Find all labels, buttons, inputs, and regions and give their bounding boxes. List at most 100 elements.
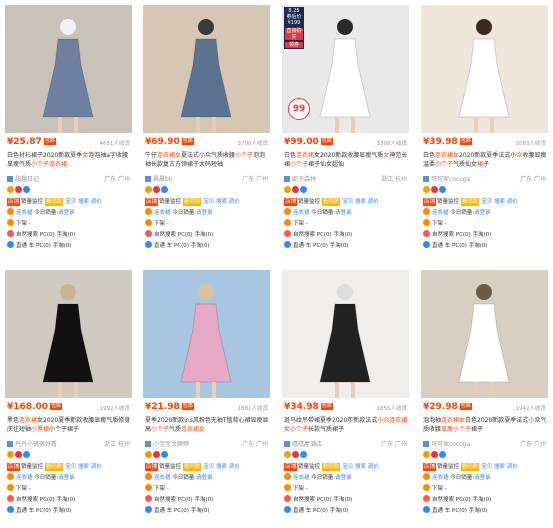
shop-tag[interactable]: 店铺 xyxy=(284,198,298,206)
item-tools-links[interactable]: 宝贝 搜索 调价 xyxy=(64,463,103,471)
item-tools-links[interactable]: 宝贝 搜索 调价 xyxy=(341,463,380,471)
product-card[interactable]: ¥34.98 包邮 1855人收货 斑马纹吊带裙夏季2020年新款法式小众连衣裙女小个… xyxy=(282,270,409,528)
shop-group-link[interactable]: 连衣裙 xyxy=(16,210,33,216)
shop-name[interactable]: 甜趣日记 xyxy=(7,174,39,183)
product-photo[interactable] xyxy=(143,5,270,133)
product-card[interactable]: ¥69.90 包邮 3700人收货 牛仔连衣裙女夏法式小众气质收腰小个子泡泡袖长款复古… xyxy=(143,5,270,267)
natural-search-text[interactable]: 自然搜索 PC(0) 手淘(0) xyxy=(16,497,75,503)
product-title[interactable]: 牛仔连衣裙女夏法式小众气质收腰小个子泡泡袖长款复古方领裙子大码短袖 xyxy=(145,151,269,171)
sales-monitor-link[interactable]: 销量监控 xyxy=(159,464,181,470)
shop-group-link[interactable]: 连衣裙 xyxy=(432,475,449,481)
shop-group-link[interactable]: 连衣裙 xyxy=(293,475,310,481)
product-title[interactable]: 白色衬衫裙子2020新款夏季女泡泡袖a字收腰显瘦气质小个子连衣裙 xyxy=(7,151,131,171)
same-style-tag[interactable]: 看同款 xyxy=(460,463,480,471)
login-link[interactable]: 请登录 xyxy=(196,210,213,216)
sales-monitor-link[interactable]: 销量监控 xyxy=(21,464,43,470)
shop-name[interactable]: 可可家cocoga xyxy=(423,439,470,448)
item-tools-links[interactable]: 宝贝 搜索 调价 xyxy=(64,198,103,206)
same-style-tag[interactable]: 看同款 xyxy=(321,198,341,206)
promo-banner[interactable]: 8.25 券后价 ¥199 直接购买 领券 xyxy=(284,7,304,49)
natural-search-text[interactable]: 自然搜索 PC(0) 手淘(0) xyxy=(432,497,491,503)
same-style-tag[interactable]: 看同款 xyxy=(44,463,64,471)
shop-group-link[interactable]: 连衣裙 xyxy=(293,210,310,216)
product-photo[interactable]: 8.25 券后价 ¥199 直接购买 领券 99 xyxy=(282,5,409,133)
same-style-tag[interactable]: 看同款 xyxy=(321,463,341,471)
direct-text[interactable]: 直通 车 PC(0) 手淘(0) xyxy=(16,508,71,514)
item-tools-links[interactable]: 宝贝 搜索 调价 xyxy=(480,463,519,471)
direct-text[interactable]: 直通 车 PC(0) 手淘(0) xyxy=(293,243,348,249)
shop-name[interactable]: 晨晨bb xyxy=(145,174,173,183)
product-photo[interactable] xyxy=(5,5,132,133)
shop-tag[interactable]: 店铺 xyxy=(423,463,437,471)
product-photo[interactable] xyxy=(421,5,548,133)
product-title[interactable]: 泡泡袖连衣裙女白色2020新款夏季法式小众气质收腰显瘦小个子裙子 xyxy=(423,416,547,436)
natural-search-text[interactable]: 自然搜索 PC(0) 手淘(0) xyxy=(16,232,75,238)
natural-search-text[interactable]: 自然搜索 PC(0) 手淘(0) xyxy=(154,232,213,238)
shop-name[interactable]: 嘻嘻屋潮店 xyxy=(284,439,322,448)
same-style-tag[interactable]: 看同款 xyxy=(182,198,202,206)
shop-tag[interactable]: 店铺 xyxy=(7,198,21,206)
same-style-tag[interactable]: 看同款 xyxy=(44,198,64,206)
login-link[interactable]: 请登录 xyxy=(58,210,75,216)
shop-tag[interactable]: 店铺 xyxy=(7,463,21,471)
product-card[interactable]: ¥21.98 包邮 1881人收货 夏季2020新款ins风粉色无袖T恤背心裙显瘦显高… xyxy=(143,270,270,528)
price-row: ¥69.90 包邮 3700人收货 xyxy=(143,136,270,150)
shop-tag[interactable]: 店铺 xyxy=(423,198,437,206)
shop-group-link[interactable]: 连衣裙 xyxy=(154,210,171,216)
shop-tag[interactable]: 店铺 xyxy=(145,463,159,471)
direct-text[interactable]: 直通 车 PC(0) 手淘(0) xyxy=(16,243,71,249)
product-title[interactable]: 斑马纹吊带裙夏季2020年新款法式小众连衣裙女小个子长款气质裙子 xyxy=(284,416,408,436)
login-link[interactable]: 请登录 xyxy=(196,475,213,481)
product-card[interactable]: ¥25.87 包邮 4651人收货 白色衬衫裙子2020新款夏季女泡泡袖a字收腰显瘦气… xyxy=(5,5,132,267)
shop-name[interactable]: 小宝宝大婶婶 xyxy=(145,439,189,448)
product-card[interactable]: ¥168.00 包邮 1992人收货 黑色连衣裙女2020夏季新款收腰显瘦气质修身庆往… xyxy=(5,270,132,528)
sales-monitor-link[interactable]: 销量监控 xyxy=(159,199,181,205)
same-style-tag[interactable]: 看同款 xyxy=(182,463,202,471)
direct-text[interactable]: 直通 车 PC(0) 手淘(0) xyxy=(293,508,348,514)
direct-text[interactable]: 直通 车 PC(0) 手淘(0) xyxy=(154,508,209,514)
shop-tag[interactable]: 店铺 xyxy=(145,198,159,206)
natural-search-text[interactable]: 自然搜索 PC(0) 手淘(0) xyxy=(432,232,491,238)
direct-text[interactable]: 直通 车 PC(0) 手淘(0) xyxy=(432,243,487,249)
product-card[interactable]: 8.25 券后价 ¥199 直接购买 领券 99 ¥99.00 包邮 3306人收货 白色连衣裙女… xyxy=(282,5,409,267)
sales-monitor-link[interactable]: 销量监控 xyxy=(437,464,459,470)
natural-search-text[interactable]: 自然搜索 PC(0) 手淘(0) xyxy=(154,497,213,503)
product-photo[interactable] xyxy=(421,270,548,398)
item-tools-links[interactable]: 宝贝 搜索 调价 xyxy=(480,198,519,206)
product-card[interactable]: ¥39.98 包邮 2083人收货 白色连衣裙女2020新款夏季法式小众收腰显瘦温柔小… xyxy=(421,5,548,267)
shop-name[interactable]: 丹丹小铺很好看 xyxy=(7,439,57,448)
promo-coupon-button[interactable]: 领券 xyxy=(285,42,303,48)
shop-group-link[interactable]: 连衣裙 xyxy=(16,475,33,481)
sales-monitor-link[interactable]: 销量监控 xyxy=(298,464,320,470)
login-link[interactable]: 请登录 xyxy=(58,475,75,481)
shop-group-link[interactable]: 连衣裙 xyxy=(432,210,449,216)
product-card[interactable]: ¥29.98 包邮 1942人收货 泡泡袖连衣裙女白色2020新款夏季法式小众气质收腰… xyxy=(421,270,548,528)
item-tools-links[interactable]: 宝贝 搜索 调价 xyxy=(341,198,380,206)
sales-monitor-link[interactable]: 销量监控 xyxy=(437,199,459,205)
shop-tag[interactable]: 店铺 xyxy=(284,463,298,471)
login-link[interactable]: 请登录 xyxy=(335,475,352,481)
login-link[interactable]: 请登录 xyxy=(474,475,491,481)
login-link[interactable]: 请登录 xyxy=(474,210,491,216)
natural-search-text[interactable]: 自然搜索 PC(0) 手淘(0) xyxy=(293,497,352,503)
product-photo[interactable] xyxy=(5,270,132,398)
direct-text[interactable]: 直通 车 PC(0) 手淘(0) xyxy=(432,508,487,514)
natural-search-text[interactable]: 自然搜索 PC(0) 手淘(0) xyxy=(293,232,352,238)
login-link[interactable]: 请登录 xyxy=(335,210,352,216)
same-style-tag[interactable]: 看同款 xyxy=(460,198,480,206)
product-title[interactable]: 白色连衣裙女2020新款收腰显瘦气质女神范长裙小个子裙子仙女超仙 xyxy=(284,151,408,171)
product-photo[interactable] xyxy=(282,270,409,398)
shop-name[interactable]: 妮子森林 xyxy=(284,174,316,183)
sales-monitor-link[interactable]: 销量监控 xyxy=(298,199,320,205)
promo-buy-button[interactable]: 直接购买 xyxy=(285,28,303,40)
product-title[interactable]: 夏季2020新款ins风粉色无袖T恤背心裙显瘦显高小个子气质连衣裙女 xyxy=(145,416,269,436)
direct-text[interactable]: 直通 车 PC(0) 手淘(0) xyxy=(154,243,209,249)
item-tools-links[interactable]: 宝贝 搜索 调价 xyxy=(202,463,241,471)
shop-group-link[interactable]: 连衣裙 xyxy=(154,475,171,481)
sales-monitor-link[interactable]: 销量监控 xyxy=(21,199,43,205)
product-title[interactable]: 白色连衣裙女2020新款夏季法式小众收腰显瘦温柔小个子气质仙女裙子 xyxy=(423,151,547,171)
product-photo[interactable] xyxy=(143,270,270,398)
shop-name[interactable]: 可可家cocoga xyxy=(423,174,470,183)
product-title[interactable]: 黑色连衣裙女2020夏季新款收腰显瘦气质修身庆往短袖小黑裙小个子裙子 xyxy=(7,416,131,436)
item-tools-links[interactable]: 宝贝 搜索 调价 xyxy=(202,198,241,206)
